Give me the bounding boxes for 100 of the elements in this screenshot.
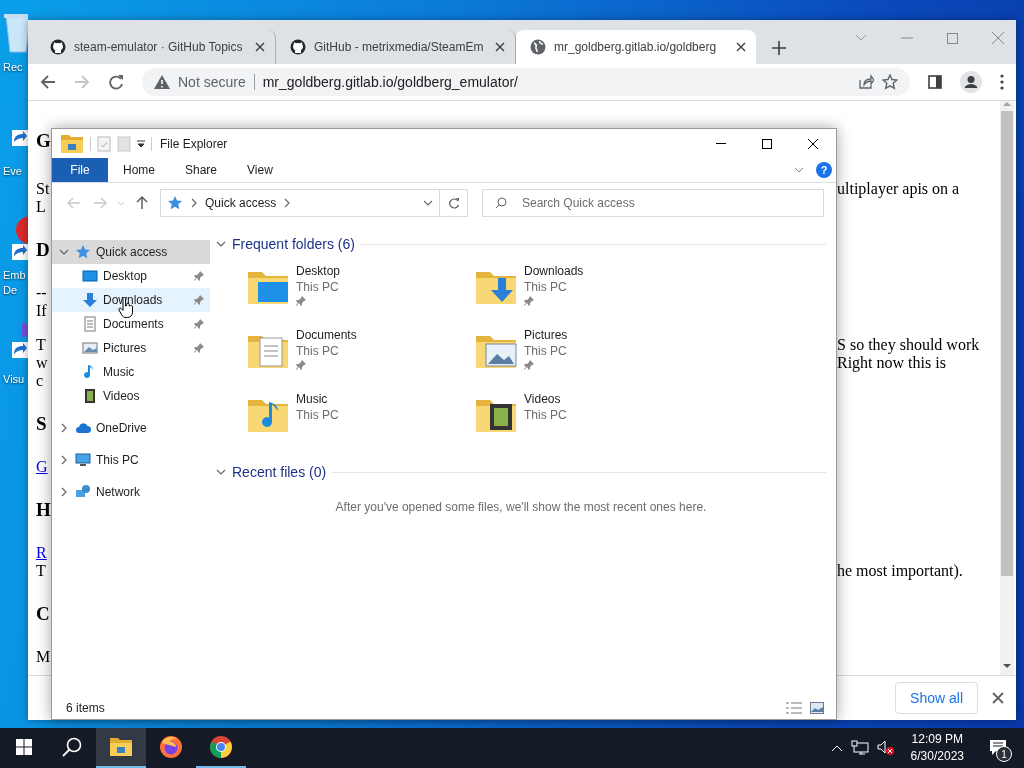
paragraph-text: M (36, 648, 51, 666)
heading-text: D (36, 238, 50, 262)
refresh-icon (447, 197, 460, 209)
collapse-chevron-icon (216, 467, 226, 477)
heading-text: C (36, 602, 50, 626)
heading-text: G (36, 129, 51, 153)
notifications-button[interactable]: 1 (980, 728, 1016, 768)
maximize-icon (762, 138, 772, 149)
search-field[interactable]: Search Quick access (482, 189, 824, 217)
paragraph-text: St (36, 180, 50, 198)
folder-name[interactable]: Music (296, 392, 339, 406)
reload-icon[interactable] (108, 74, 124, 90)
taskbar-app-button[interactable] (96, 728, 146, 768)
pin-icon (296, 296, 306, 306)
nav-item[interactable]: Documents (52, 312, 210, 336)
github-cat-icon (290, 39, 306, 55)
paragraph-text: L (36, 198, 46, 216)
dropdown-caret-icon (423, 198, 433, 208)
pin-icon (194, 343, 204, 353)
muted-speaker-icon[interactable] (876, 740, 895, 756)
expand-right-icon (59, 487, 69, 497)
item-count: 6 items (66, 701, 106, 715)
nav-item[interactable]: Pictures (52, 336, 210, 360)
window-title: File Explorer (159, 136, 229, 151)
show-all-button[interactable]: Show all (895, 682, 978, 714)
address-field[interactable]: Quick access (160, 189, 440, 217)
section-header[interactable]: Recent files (0) (232, 464, 327, 480)
heading-text: S (36, 412, 47, 436)
ribbon-tab[interactable]: View (232, 158, 288, 182)
help-button[interactable]: ? (816, 162, 832, 178)
pin-icon (194, 271, 204, 281)
folder-name[interactable]: Videos (524, 392, 567, 406)
share-icon[interactable] (858, 74, 874, 90)
customize-dropdown-icon[interactable] (137, 139, 145, 148)
monitor-icon (82, 268, 98, 284)
scrollbar[interactable] (1000, 101, 1014, 675)
star-icon[interactable] (882, 74, 898, 90)
nav-item[interactable]: Quick access (52, 240, 210, 264)
desktop-icon-label: Emb De (3, 268, 26, 298)
pin-icon (524, 360, 534, 370)
browser-tab[interactable]: mr_goldberg.gitlab.io/goldberg (516, 30, 756, 64)
folder-location: This PC (524, 280, 568, 294)
nav-item[interactable]: This PC (52, 448, 210, 472)
paragraph-text: If (36, 302, 47, 320)
nav-item[interactable]: Network (52, 480, 210, 504)
star-icon (75, 244, 91, 260)
chrome-icon (209, 735, 233, 759)
link[interactable]: G (36, 458, 48, 476)
folder-name[interactable]: Pictures (524, 328, 568, 342)
nav-item[interactable]: Desktop (52, 264, 210, 288)
nav-item[interactable]: Videos (52, 384, 210, 408)
folder-name[interactable]: Downloads (524, 264, 584, 278)
paragraph-text: T (36, 562, 46, 580)
paragraph-text: -- (36, 284, 47, 302)
close-icon (808, 138, 818, 149)
new-tab-icon[interactable] (772, 41, 786, 55)
section-header[interactable]: Frequent folders (6) (232, 236, 355, 252)
picture-icon (82, 340, 98, 356)
refresh-button[interactable] (440, 189, 468, 217)
search-icon (62, 737, 82, 757)
desktop-icon-label: Rec (3, 60, 23, 75)
folder-name[interactable]: Documents (296, 328, 357, 342)
breadcrumb[interactable]: Quick access (205, 196, 277, 210)
paragraph-text: Right now this is (837, 354, 946, 372)
large-icons-view-icon[interactable] (810, 702, 824, 714)
paragraph-text: T (36, 336, 46, 354)
security-label[interactable]: Not secure (178, 74, 255, 90)
address-bar[interactable]: Not secure mr_goldberg.gitlab.io/goldberg_emulator/ (142, 68, 910, 96)
close-icon[interactable] (495, 42, 505, 52)
ribbon-tab[interactable]: Home (108, 158, 170, 182)
network-icon (75, 484, 91, 500)
pin-icon (524, 296, 534, 306)
profile-avatar-icon[interactable] (960, 71, 982, 93)
search-icon (495, 197, 507, 209)
link[interactable]: R (36, 544, 47, 562)
back-arrow-icon (67, 197, 81, 209)
film-icon (82, 388, 98, 404)
ribbon-tab[interactable]: Share (170, 158, 233, 182)
kebab-menu-icon[interactable] (1000, 74, 1004, 90)
maximize-icon[interactable] (947, 32, 958, 44)
close-icon[interactable] (992, 692, 1004, 704)
folder-name[interactable]: Desktop (296, 264, 341, 278)
cloud-icon (75, 420, 91, 436)
network-icon[interactable] (850, 740, 869, 756)
heading-text: H (36, 498, 51, 522)
close-icon[interactable] (736, 42, 746, 52)
nav-item[interactable]: OneDrive (52, 416, 210, 440)
side-panel-icon[interactable] (928, 75, 942, 89)
clock[interactable]: 12:09 PM 6/30/2023 (902, 731, 972, 765)
chevron-up-icon[interactable] (830, 744, 843, 752)
back-arrow-icon[interactable] (40, 74, 56, 90)
windows-logo-icon (16, 739, 32, 755)
nav-item[interactable]: Music (52, 360, 210, 384)
collapse-chevron-icon (216, 239, 226, 249)
close-icon[interactable] (255, 42, 265, 52)
expand-right-icon (59, 455, 69, 465)
browser-tab[interactable]: steam-emulator · GitHub Topics (36, 30, 276, 64)
scroll-down-icon[interactable] (1003, 663, 1011, 669)
pin-icon (194, 319, 204, 329)
expand-ribbon-icon[interactable] (794, 167, 804, 173)
